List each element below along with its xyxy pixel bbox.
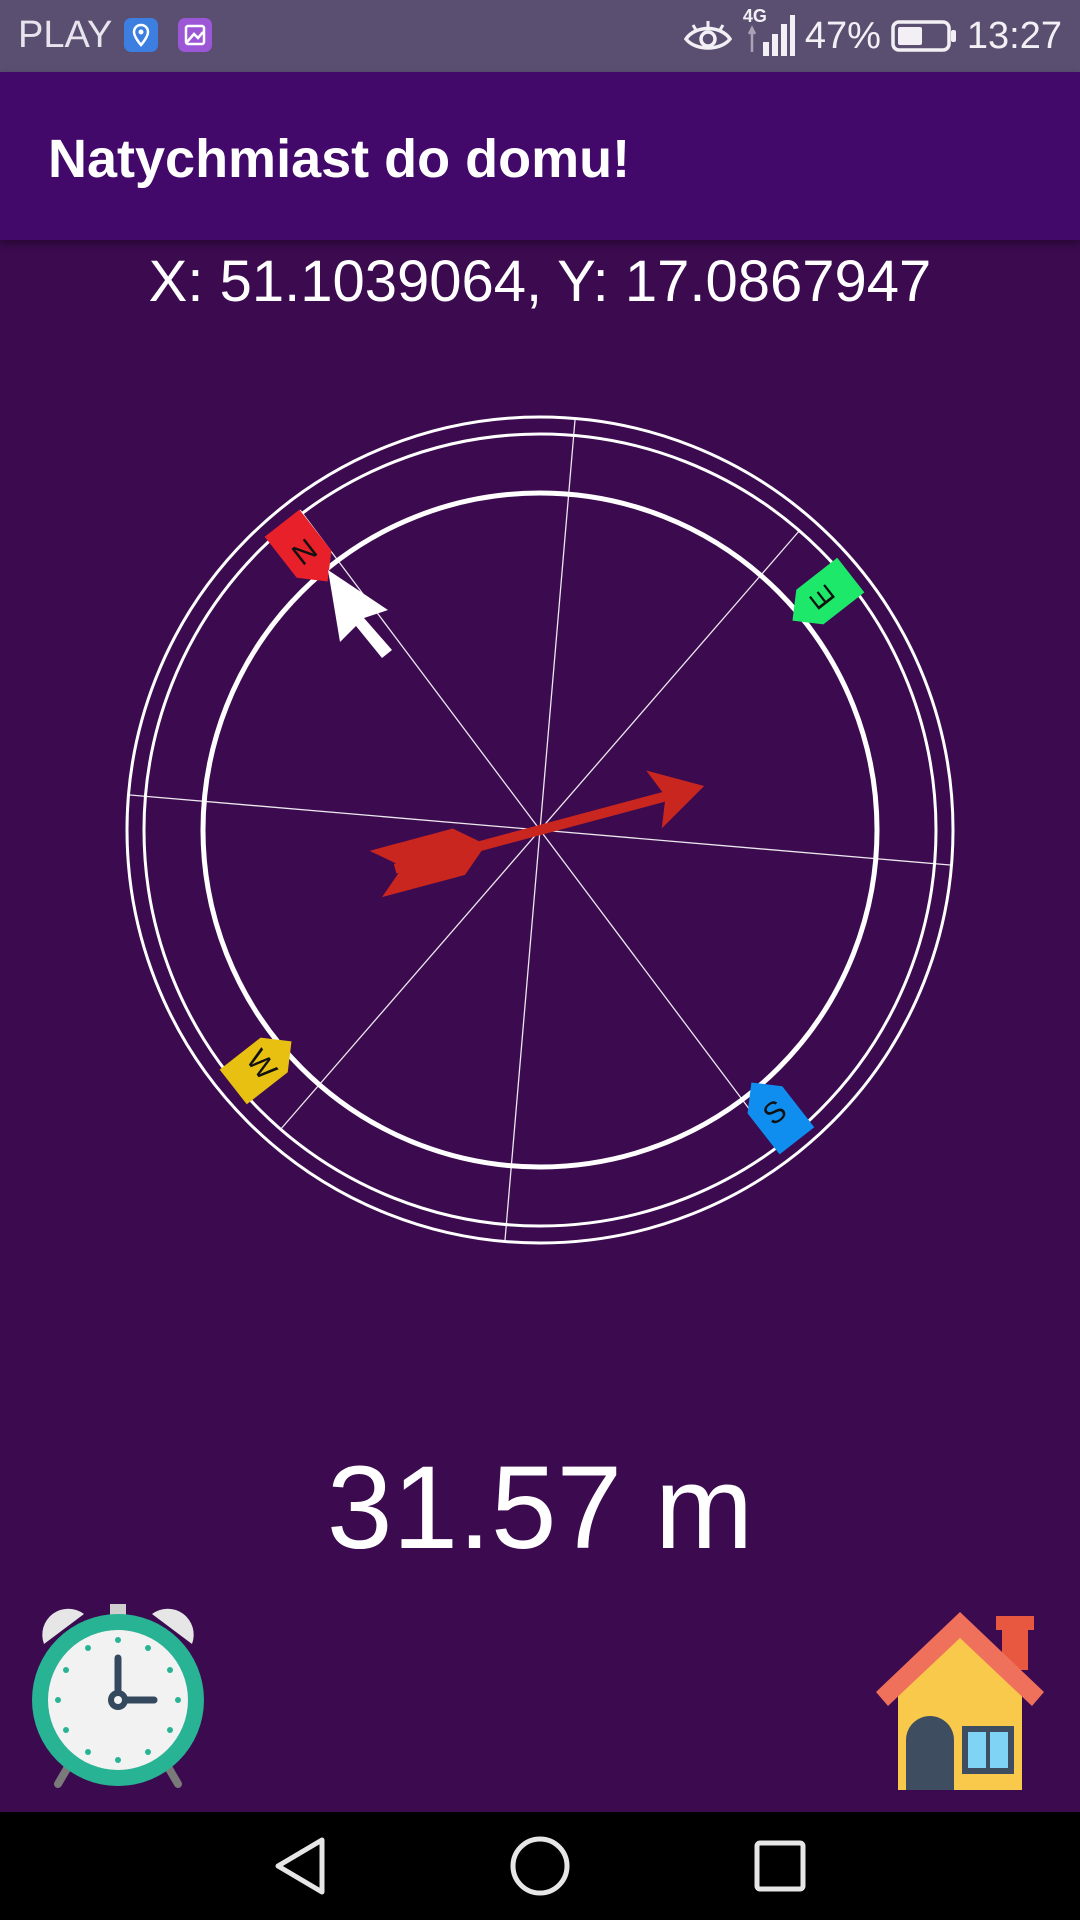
status-bar: PLAY 4G 47% 13:27 xyxy=(0,0,1080,72)
white-pointer-arrow-icon xyxy=(328,570,392,658)
battery-percent: 47% xyxy=(804,14,881,57)
home-circle-icon xyxy=(510,1836,570,1896)
compass: N E S W xyxy=(120,410,960,1250)
clock: 13:27 xyxy=(966,14,1062,57)
navigation-bar xyxy=(0,1812,1080,1920)
coordinates-label: X: 51.1039064, Y: 17.0867947 xyxy=(148,249,932,314)
location-app-icon xyxy=(124,18,158,52)
recents-square-icon xyxy=(754,1840,806,1892)
signal-icon xyxy=(747,15,795,56)
nav-back-button[interactable] xyxy=(260,1830,340,1902)
eye-icon xyxy=(683,21,732,50)
house-icon xyxy=(876,1612,1044,1790)
west-marker: W xyxy=(219,1037,292,1105)
east-marker: E xyxy=(792,557,865,625)
signal-indicator: 4G xyxy=(743,6,795,60)
gallery-app-icon xyxy=(178,18,212,52)
back-triangle-icon xyxy=(275,1837,325,1895)
status-right: 4G 47% 13:27 xyxy=(683,6,1062,60)
south-marker: S xyxy=(747,1082,815,1155)
app-title: Natychmiast do domu! xyxy=(48,129,631,189)
carrier-label: PLAY xyxy=(18,14,113,56)
distance-label: 31.57 m xyxy=(326,1442,754,1574)
nav-recents-button[interactable] xyxy=(740,1830,820,1902)
alarm-clock-button[interactable] xyxy=(26,1600,210,1790)
red-arrow-icon xyxy=(369,770,705,898)
app-bar: Natychmiast do domu! xyxy=(0,72,1080,240)
nav-home-button[interactable] xyxy=(500,1830,580,1902)
alarm-clock-icon xyxy=(32,1604,204,1788)
battery-icon xyxy=(891,20,956,52)
home-button[interactable] xyxy=(868,1606,1052,1790)
